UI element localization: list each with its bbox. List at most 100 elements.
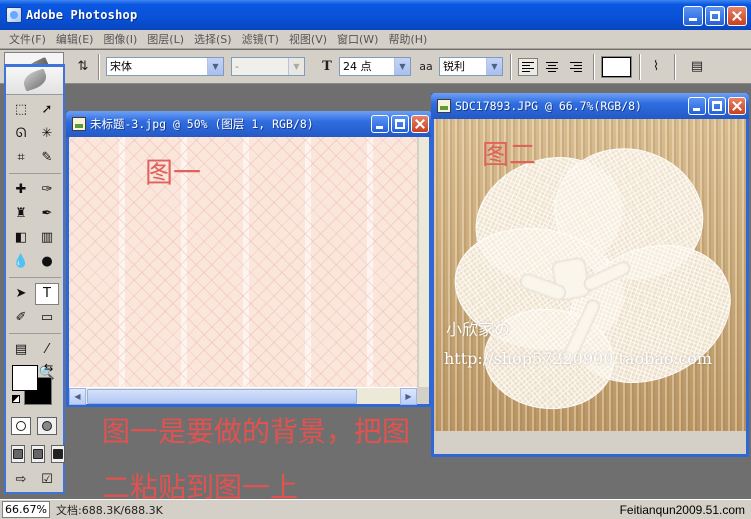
menu-help[interactable]: 帮助(H)	[383, 31, 432, 47]
maximize-icon	[710, 11, 720, 21]
figure-one-label: 图一	[145, 156, 202, 189]
font-style-dropdown[interactable]: - ▼	[231, 57, 305, 76]
document-window-1: 未标题-3.jpg @ 50% (图层 1, RGB/8) 图一 ◀ ▶	[66, 111, 432, 407]
options-separator	[674, 54, 676, 80]
scroll-left-icon[interactable]: ◀	[69, 388, 86, 405]
slice-icon[interactable]: ✎	[35, 147, 59, 169]
notes-icon[interactable]: ▤	[9, 339, 33, 361]
full-screen-menu-button[interactable]	[31, 445, 45, 463]
photoshop-app-icon	[6, 7, 22, 23]
healing-brush-icon[interactable]: ✚	[9, 179, 33, 201]
document-close-button[interactable]	[728, 97, 746, 115]
document-1-vertical-scrollbar[interactable]	[419, 137, 429, 387]
align-left-button[interactable]	[518, 58, 538, 76]
jump-to-imageready-icon[interactable]: ⇨	[11, 471, 31, 489]
dodge-icon[interactable]: ●	[35, 251, 59, 273]
shape-icon[interactable]: ▭	[35, 307, 59, 329]
minimize-icon	[689, 18, 697, 21]
document-maximize-button[interactable]	[708, 97, 726, 115]
gradient-icon[interactable]: ▥	[35, 227, 59, 249]
photo-canvas[interactable]: 图二 小欣家の http://shop57220900.taobao.com	[434, 119, 746, 431]
chevron-down-icon: ▼	[394, 58, 410, 75]
warp-text-icon[interactable]: ⌇	[647, 58, 665, 76]
menu-edit[interactable]: 编辑(E)	[51, 31, 99, 47]
document-2-title-bar[interactable]: SDC17893.JPG @ 66.7%(RGB/8)	[431, 93, 749, 119]
options-separator	[98, 54, 100, 80]
standard-mode-icon	[16, 421, 26, 431]
imageready-icon[interactable]: ☑	[37, 471, 57, 489]
eyedropper-icon[interactable]: ⁄	[35, 339, 59, 361]
document-size-info[interactable]: 文档:688.3K/688.3K	[56, 502, 163, 518]
text-color-swatch[interactable]	[602, 57, 631, 77]
marquee-icon[interactable]: ⬚	[9, 99, 33, 121]
document-1-title-bar[interactable]: 未标题-3.jpg @ 50% (图层 1, RGB/8)	[66, 111, 432, 137]
quick-mask-icon	[42, 421, 52, 431]
document-1-horizontal-scrollbar[interactable]: ◀ ▶	[69, 387, 417, 405]
image-file-icon	[437, 99, 451, 113]
chevron-down-icon: ▼	[486, 58, 502, 75]
minimize-icon	[376, 126, 383, 129]
menu-view[interactable]: 视图(V)	[284, 31, 332, 47]
antialias-icon: aa	[419, 60, 433, 73]
full-screen-button[interactable]	[51, 445, 65, 463]
move-icon[interactable]: ➚	[35, 99, 59, 121]
font-family-dropdown[interactable]: 宋体 ▼	[106, 57, 224, 76]
type-icon[interactable]: T	[35, 283, 59, 305]
magic-wand-icon[interactable]: ✳	[35, 123, 59, 145]
clone-stamp-icon[interactable]: ♜	[9, 203, 33, 225]
app-title-bar[interactable]: Adobe Photoshop	[0, 0, 751, 30]
document-2-title: SDC17893.JPG @ 66.7%(RGB/8)	[455, 99, 642, 113]
align-center-button[interactable]	[542, 58, 562, 76]
scroll-thumb[interactable]	[87, 389, 357, 404]
menu-layer[interactable]: 图层(L)	[142, 31, 189, 47]
path-selection-icon[interactable]: ➤	[9, 283, 33, 305]
default-colors-icon[interactable]	[12, 395, 20, 403]
figure-two-label: 图二	[482, 140, 536, 171]
document-1-title: 未标题-3.jpg @ 50% (图层 1, RGB/8)	[90, 117, 314, 131]
menu-window[interactable]: 窗口(W)	[332, 31, 383, 47]
watermark-url: http://shop57220900.taobao.com	[444, 349, 713, 368]
toolbox-header[interactable]	[6, 67, 63, 95]
history-brush-icon[interactable]: ✒	[35, 203, 59, 225]
eraser-icon[interactable]: ◧	[9, 227, 33, 249]
menu-select[interactable]: 选择(S)	[189, 31, 237, 47]
menu-file[interactable]: 文件(F)	[4, 31, 51, 47]
menu-filter[interactable]: 滤镜(T)	[237, 31, 284, 47]
scroll-right-icon[interactable]: ▶	[400, 388, 417, 405]
document-minimize-button[interactable]	[688, 97, 706, 115]
background-pattern-canvas[interactable]: 图一	[69, 137, 417, 387]
status-bar: 66.67% 文档:688.3K/688.3K Feitianqun2009.5…	[0, 499, 751, 519]
menu-image[interactable]: 图像(I)	[98, 31, 142, 47]
zoom-level-field[interactable]: 66.67%	[2, 501, 50, 518]
color-swatches: ⇆	[12, 361, 58, 409]
options-separator	[593, 54, 595, 80]
maximize-icon	[712, 101, 722, 111]
text-orientation-icon[interactable]: ⇅	[74, 58, 92, 76]
feather-icon	[20, 68, 50, 92]
maximize-button[interactable]	[705, 6, 725, 26]
align-right-button[interactable]	[566, 58, 586, 76]
standard-screen-icon	[13, 449, 23, 459]
font-size-value: 24 点	[343, 60, 372, 73]
pen-icon[interactable]: ✐	[9, 307, 33, 329]
document-minimize-button[interactable]	[371, 115, 389, 133]
minimize-button[interactable]	[683, 6, 703, 26]
standard-mode-button[interactable]	[11, 417, 31, 435]
foreground-color-swatch[interactable]	[12, 365, 38, 391]
image-file-icon	[72, 117, 86, 131]
crop-icon[interactable]: ⌗	[9, 147, 33, 169]
brush-icon[interactable]: ✑	[35, 179, 59, 201]
palettes-icon[interactable]: ▤	[688, 58, 706, 76]
quick-mask-button[interactable]	[37, 417, 57, 435]
minimize-icon	[693, 108, 700, 111]
standard-screen-button[interactable]	[11, 445, 25, 463]
lasso-icon[interactable]: ᘏ	[9, 123, 33, 145]
document-close-button[interactable]	[411, 115, 429, 133]
close-button[interactable]	[727, 6, 747, 26]
swap-colors-icon[interactable]: ⇆	[44, 361, 53, 374]
antialias-dropdown[interactable]: 锐利 ▼	[439, 57, 503, 76]
blur-icon[interactable]: 💧	[9, 251, 33, 273]
font-size-dropdown[interactable]: 24 点 ▼	[339, 57, 411, 76]
document-maximize-button[interactable]	[391, 115, 409, 133]
instruction-note-line-1: 图一是要做的背景，把图	[102, 415, 411, 448]
